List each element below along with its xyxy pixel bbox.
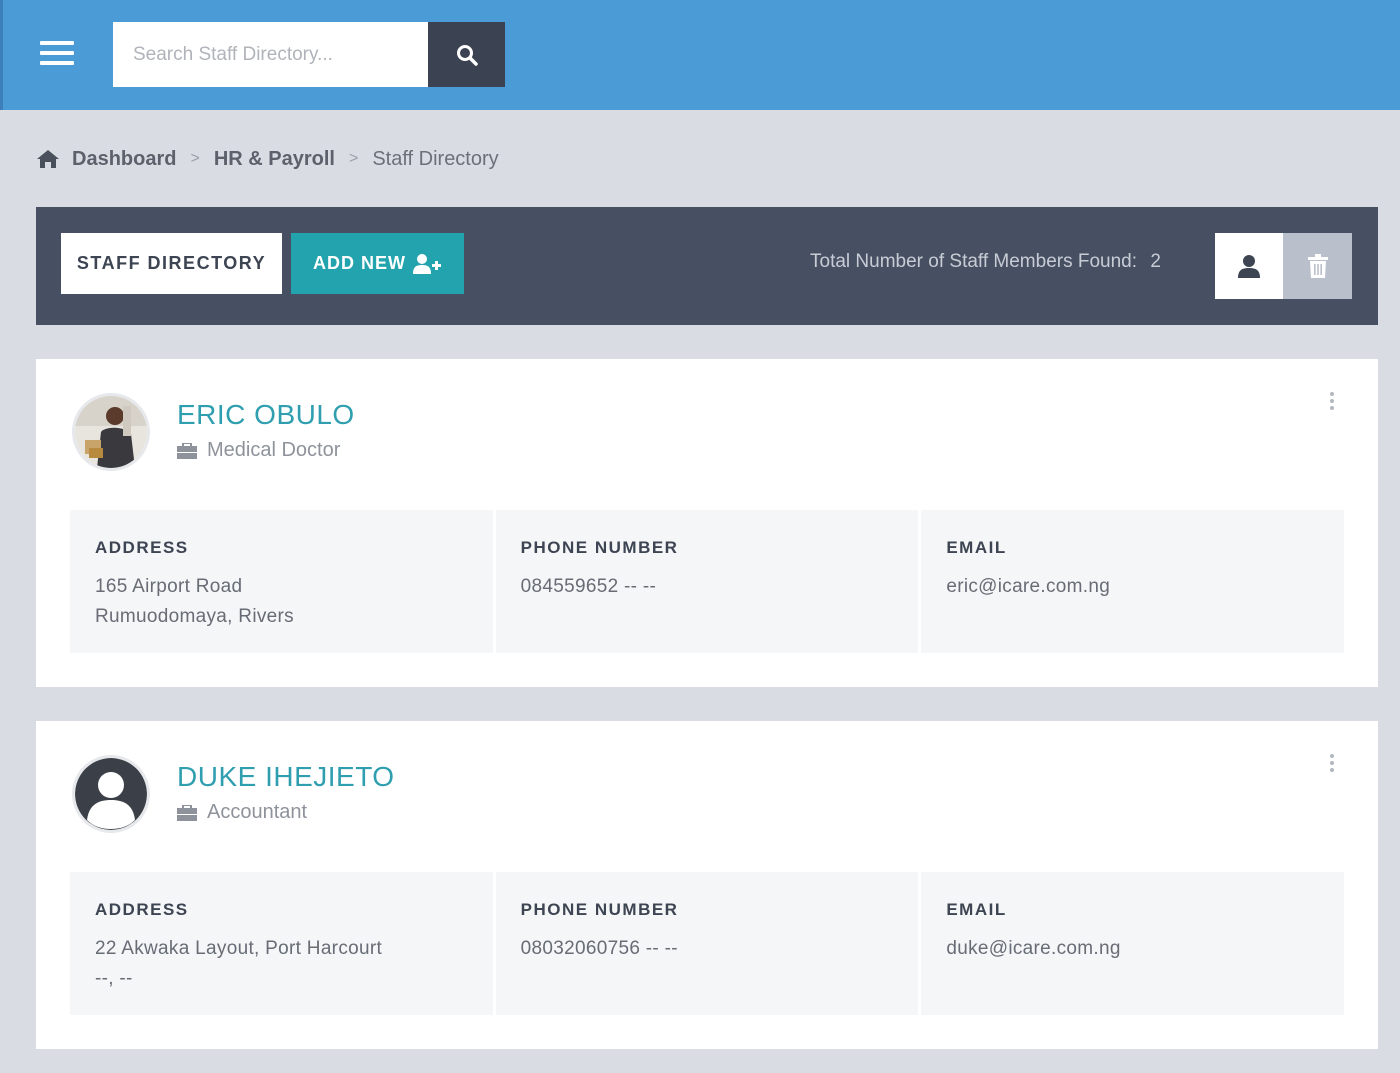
- phone-value: 084559652 -- --: [520, 576, 657, 597]
- phone-section: PHONE NUMBER 084559652 -- --: [495, 510, 919, 653]
- staff-directory-button[interactable]: STAFF DIRECTORY: [61, 233, 282, 294]
- staff-details: ADDRESS 22 Akwaka Layout, Port Harcourt …: [70, 872, 1345, 1015]
- phone-value: 08032060756 -- --: [520, 938, 678, 959]
- view-staff-button[interactable]: [1215, 233, 1283, 299]
- phone-label: PHONE NUMBER: [520, 538, 679, 557]
- email-value[interactable]: duke@icare.com.ng: [946, 934, 1319, 964]
- staff-name[interactable]: DUKE IHEJIETO: [177, 761, 395, 793]
- address-section: ADDRESS 165 Airport Road Rumuodomaya, Ri…: [70, 510, 493, 653]
- chevron-right-icon: >: [348, 150, 359, 167]
- breadcrumb: Dashboard > HR & Payroll > Staff Directo…: [36, 145, 499, 173]
- user-icon: [1238, 255, 1260, 278]
- top-bar: [0, 0, 1400, 110]
- briefcase-icon: [177, 442, 197, 459]
- home-icon[interactable]: [36, 149, 60, 169]
- address-line1: 165 Airport Road: [95, 576, 243, 597]
- staff-card: DUKE IHEJIETO Accountant ADDRESS 22 Akwa…: [36, 721, 1378, 1049]
- address-line2: Rumuodomaya, Rivers: [95, 606, 294, 627]
- more-options-icon[interactable]: [1325, 392, 1339, 416]
- add-new-label: ADD NEW: [313, 253, 406, 273]
- email-value[interactable]: eric@icare.com.ng: [946, 572, 1319, 602]
- trash-icon: [1307, 254, 1328, 278]
- breadcrumb-staff-directory: Staff Directory: [372, 147, 499, 170]
- search-icon: [456, 44, 478, 66]
- default-user-icon: [75, 758, 147, 830]
- briefcase-icon: [177, 804, 197, 821]
- menu-icon[interactable]: [40, 41, 74, 69]
- email-label: EMAIL: [946, 538, 1007, 557]
- total-staff-label: Total Number of Staff Members Found:: [810, 251, 1138, 272]
- address-line1: 22 Akwaka Layout, Port Harcourt: [95, 938, 383, 959]
- breadcrumb-hr-payroll[interactable]: HR & Payroll: [214, 148, 335, 171]
- email-label: EMAIL: [946, 900, 1007, 919]
- directory-toolbar: STAFF DIRECTORY ADD NEW Total Number of …: [36, 207, 1378, 325]
- avatar[interactable]: [72, 393, 150, 471]
- search-input[interactable]: [113, 22, 428, 87]
- delete-button[interactable]: [1283, 233, 1352, 299]
- staff-role-label: Medical Doctor: [207, 439, 341, 461]
- staff-role-label: Accountant: [207, 801, 308, 823]
- address-section: ADDRESS 22 Akwaka Layout, Port Harcourt …: [70, 872, 493, 1015]
- search-button[interactable]: [428, 22, 505, 87]
- address-label: ADDRESS: [95, 900, 189, 919]
- staff-role: Medical Doctor: [177, 439, 340, 462]
- staff-card: ERIC OBULO Medical Doctor ADDRESS 165 Ai…: [36, 359, 1378, 687]
- chevron-right-icon: >: [190, 150, 200, 167]
- staff-role: Accountant: [177, 801, 307, 824]
- search-box: [113, 22, 505, 87]
- staff-details: ADDRESS 165 Airport Road Rumuodomaya, Ri…: [70, 510, 1345, 653]
- total-staff-count: Total Number of Staff Members Found: 2: [810, 251, 1161, 273]
- phone-section: PHONE NUMBER 08032060756 -- --: [495, 872, 919, 1015]
- address-line2: --, --: [95, 968, 133, 989]
- staff-name[interactable]: ERIC OBULO: [177, 399, 355, 431]
- email-section: EMAIL duke@icare.com.ng: [921, 872, 1345, 1015]
- avatar[interactable]: [72, 755, 150, 833]
- address-label: ADDRESS: [95, 538, 189, 557]
- email-section: EMAIL eric@icare.com.ng: [921, 510, 1345, 653]
- more-options-icon[interactable]: [1325, 754, 1339, 778]
- total-staff-number: 2: [1150, 251, 1161, 272]
- add-new-button[interactable]: ADD NEW: [291, 233, 464, 294]
- add-user-icon: [413, 253, 441, 274]
- breadcrumb-dashboard[interactable]: Dashboard: [72, 148, 176, 171]
- phone-label: PHONE NUMBER: [520, 900, 679, 919]
